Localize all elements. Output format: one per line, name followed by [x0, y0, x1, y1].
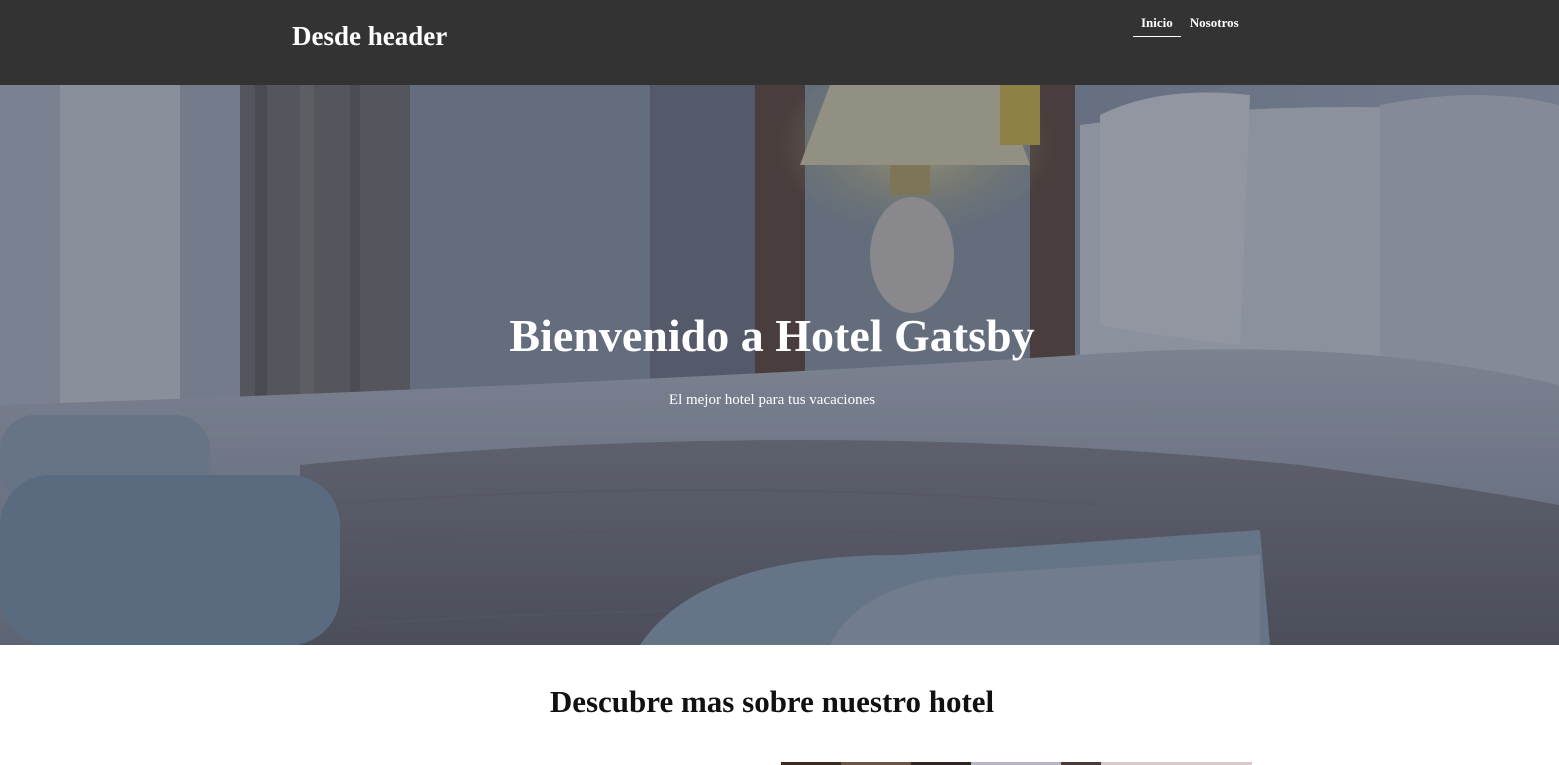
hero-title: Bienvenido a Hotel Gatsby: [509, 310, 1035, 361]
main-nav: Inicio Nosotros: [1133, 12, 1248, 37]
about-section-heading: Descubre mas sobre nuestro hotel: [549, 684, 995, 719]
site-title-link[interactable]: Desde header: [292, 18, 447, 54]
nav-link-inicio[interactable]: Inicio: [1133, 12, 1181, 37]
hero-subtitle: El mejor hotel para tus vacaciones: [668, 392, 876, 408]
hero-overlay: [0, 85, 1559, 645]
nav-link-nosotros[interactable]: Nosotros: [1182, 12, 1247, 37]
hero-banner: Bienvenido a Hotel Gatsby El mejor hotel…: [0, 85, 1559, 645]
hotel-photo: [781, 757, 1252, 765]
site-header: Desde header Inicio Nosotros: [0, 0, 1559, 85]
